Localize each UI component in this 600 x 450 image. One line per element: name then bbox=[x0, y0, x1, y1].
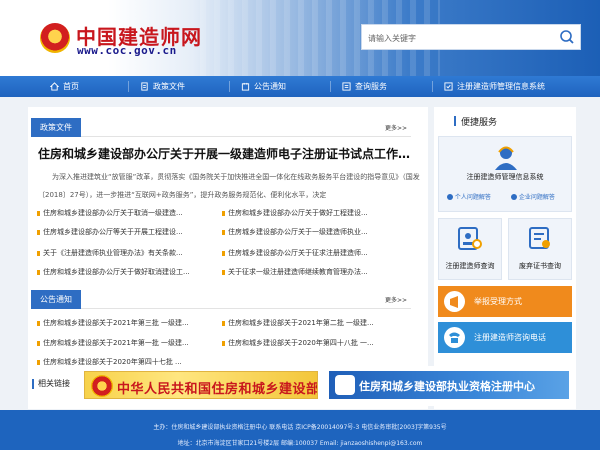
mohurd-banner-link[interactable]: 中华人民共和国住房和城乡建设部 bbox=[84, 371, 318, 399]
nav-notice-label: 公告通知 bbox=[254, 82, 286, 91]
nav-notice[interactable]: 公告通知 bbox=[241, 76, 286, 97]
nav-policy[interactable]: 政策文件 bbox=[140, 76, 185, 97]
phone-icon bbox=[444, 327, 465, 348]
enterprise-faq-link[interactable]: 企业问题解答 bbox=[511, 192, 555, 201]
nav-home-label: 首页 bbox=[63, 82, 79, 91]
notice-item[interactable]: 住房和城乡建设部关于2021年第三批 一级建... bbox=[37, 318, 220, 330]
links-label: 相关链接 bbox=[38, 379, 70, 388]
system-icon bbox=[444, 82, 453, 91]
report-method-label: 举报受理方式 bbox=[474, 297, 522, 306]
policy-tab[interactable]: 政策文件 bbox=[31, 118, 81, 137]
policy-item[interactable]: 住房城乡建设部办公厅关于征求注册建造师... bbox=[222, 248, 407, 260]
national-emblem-icon bbox=[91, 375, 113, 397]
nav-home[interactable]: 首页 bbox=[50, 76, 79, 97]
registration-center-logo-icon bbox=[335, 375, 355, 395]
policy-item[interactable]: 住房城乡建设部办公厅等关于开展工程建设... bbox=[37, 227, 220, 239]
national-emblem-icon bbox=[40, 23, 70, 53]
consult-phone-button[interactable]: 注册建造师咨询电话 bbox=[438, 322, 572, 353]
mohurd-banner-text: 中华人民共和国住房和城乡建设部 bbox=[117, 382, 318, 397]
search-service-icon bbox=[342, 82, 351, 91]
nav-query-label: 查询服务 bbox=[355, 82, 387, 91]
sidebar-title: 便捷服务 bbox=[461, 118, 498, 128]
home-icon bbox=[50, 82, 59, 91]
policy-item[interactable]: 住房和城乡建设部办公厅关于取消一级建造... bbox=[37, 208, 220, 220]
policy-item[interactable]: 关于《注册建造师执业管理办法》有关条款... bbox=[37, 248, 220, 260]
policy-summary: 为深入推进建筑业“放管服”改革，贯彻落实《国务院关于加快推进全国一体化在线政务服… bbox=[38, 173, 420, 199]
search-input[interactable] bbox=[368, 29, 553, 47]
user-icon bbox=[447, 194, 453, 200]
system-card[interactable]: 注册建造师管理信息系统 个人问题解答 企业问题解答 bbox=[438, 136, 572, 212]
enterprise-faq-label: 企业问题解答 bbox=[518, 194, 555, 201]
notice-item[interactable]: 住房和城乡建设部关于2021年第一批 一级建... bbox=[37, 338, 220, 350]
main-nav: 首页 政策文件 公告通知 查询服务 注册建造师管理信息系统 bbox=[0, 76, 600, 97]
policy-item[interactable]: 关于征求一级注册建造师继续教育管理办法... bbox=[222, 267, 407, 279]
footer-address-line: 地址：北京市海淀区甘家口21号楼2层 邮编:100037 Email: jian… bbox=[177, 440, 423, 447]
personal-faq-link[interactable]: 个人问题解答 bbox=[447, 192, 491, 201]
system-card-label: 注册建造师管理信息系统 bbox=[466, 173, 544, 181]
report-method-button[interactable]: 举报受理方式 bbox=[438, 286, 572, 317]
nav-policy-label: 政策文件 bbox=[153, 82, 185, 91]
document-icon bbox=[141, 82, 148, 91]
revoked-cert-query-card[interactable]: 废弃证书查询 bbox=[508, 218, 572, 280]
notice-item[interactable]: 住房和城乡建设部关于2020年第四十八批 一... bbox=[222, 338, 407, 350]
site-url: www.coc.gov.cn bbox=[77, 44, 177, 57]
policy-more-link[interactable]: 更多>> bbox=[385, 123, 407, 132]
registration-center-banner-link[interactable]: 住房和城乡建设部执业资格注册中心 bbox=[329, 371, 569, 399]
personal-faq-label: 个人问题解答 bbox=[454, 194, 491, 201]
policy-item[interactable]: 住房城乡建设部办公厅关于一级建造师执业... bbox=[222, 227, 407, 239]
search-icon bbox=[560, 30, 574, 44]
user-icon bbox=[511, 194, 517, 200]
builder-query-card[interactable]: 注册建造师查询 bbox=[438, 218, 502, 280]
certificate-icon bbox=[529, 227, 550, 249]
notice-item[interactable]: 住房和城乡建设部关于2021年第二批 一级建... bbox=[222, 318, 407, 330]
nav-system[interactable]: 注册建造师管理信息系统 bbox=[444, 76, 545, 97]
sidebar-title-marker bbox=[454, 116, 456, 126]
search-box bbox=[361, 24, 581, 50]
builder-query-label: 注册建造师查询 bbox=[445, 262, 495, 270]
user-service-icon bbox=[495, 146, 517, 170]
site-footer: 主办：住房和城乡建设部执业资格注册中心 联系电话 京ICP备20014097号-… bbox=[0, 410, 600, 450]
search-button[interactable] bbox=[556, 27, 578, 47]
policy-headline[interactable]: 住房和城乡建设部办公厅关于开展一级建造师电子注册证书试点工作的... bbox=[38, 145, 418, 162]
notice-icon bbox=[241, 82, 250, 91]
site-header: 中国建造师网 www.coc.gov.cn bbox=[0, 0, 600, 76]
id-card-icon bbox=[458, 227, 482, 250]
nav-system-label: 注册建造师管理信息系统 bbox=[457, 82, 545, 91]
notice-more-link[interactable]: 更多>> bbox=[385, 295, 407, 304]
links-title-marker bbox=[32, 379, 34, 389]
footer-sponsor-line: 主办：住房和城乡建设部执业资格注册中心 联系电话 京ICP备20014097号-… bbox=[153, 424, 447, 431]
policy-item[interactable]: 住房和城乡建设部办公厅关于做好取消建设工... bbox=[37, 267, 220, 279]
registration-center-banner-text: 住房和城乡建设部执业资格注册中心 bbox=[359, 380, 535, 393]
revoked-cert-query-label: 废弃证书查询 bbox=[519, 262, 561, 270]
policy-item[interactable]: 住房和城乡建设部办公厅关于做好工程建设... bbox=[222, 208, 407, 220]
policy-section-header: 政策文件 更多>> bbox=[31, 118, 411, 137]
nav-query[interactable]: 查询服务 bbox=[342, 76, 387, 97]
consult-phone-label: 注册建造师咨询电话 bbox=[474, 333, 546, 342]
notice-section-header: 公告通知 更多>> bbox=[31, 290, 411, 309]
notice-tab[interactable]: 公告通知 bbox=[31, 290, 81, 309]
report-icon bbox=[444, 291, 465, 312]
